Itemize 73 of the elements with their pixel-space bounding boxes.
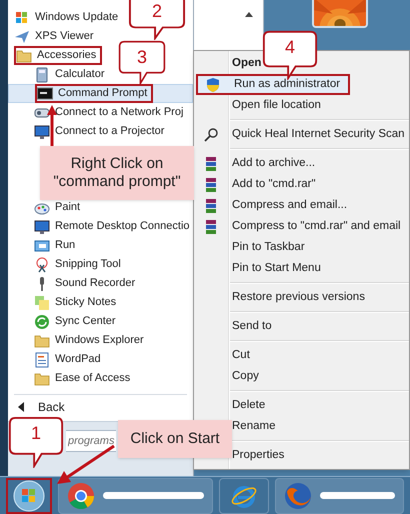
windows-flag-icon bbox=[14, 10, 30, 26]
taskbar-button[interactable] bbox=[275, 478, 404, 514]
terminal-icon bbox=[37, 86, 53, 102]
menu-item-highlight[interactable]: Command Prompt bbox=[8, 84, 193, 103]
menu-item[interactable]: Compress to "cmd.rar" and email bbox=[228, 218, 401, 236]
program-label[interactable]: Sound Recorder bbox=[55, 275, 136, 292]
program-label[interactable]: Accessories bbox=[37, 47, 96, 64]
monitor-icon bbox=[34, 218, 50, 234]
run-window-icon bbox=[34, 238, 50, 254]
chrome-icon bbox=[67, 482, 95, 510]
menu-item[interactable]: Compress and email... bbox=[228, 196, 348, 214]
step-number: 3 bbox=[136, 48, 148, 66]
program-label[interactable]: Sync Center bbox=[55, 313, 116, 330]
menu-item[interactable]: Open file location bbox=[228, 96, 321, 114]
program-label[interactable]: Snipping Tool bbox=[55, 256, 121, 273]
program-label[interactable]: Ease of Access bbox=[55, 370, 130, 387]
menu-item[interactable]: Quick Heal Internet Security Scan bbox=[228, 126, 405, 144]
menu-item[interactable]: Send to bbox=[228, 318, 272, 336]
program-label[interactable]: WordPad bbox=[55, 351, 101, 368]
program-label[interactable]: Windows Explorer bbox=[55, 332, 144, 349]
scroll-up-icon[interactable] bbox=[245, 12, 253, 17]
program-label[interactable]: Connect to a Projector bbox=[55, 123, 164, 140]
archive-books-icon bbox=[203, 156, 219, 172]
archive-books-icon bbox=[203, 218, 219, 234]
program-label[interactable]: Connect to a Network Proj bbox=[55, 104, 184, 121]
menu-item[interactable]: Delete bbox=[228, 396, 266, 414]
folder-icon bbox=[16, 48, 32, 64]
archive-books-icon bbox=[203, 176, 219, 192]
start-button[interactable] bbox=[6, 478, 52, 514]
windows-orb-icon bbox=[13, 480, 45, 512]
search-field[interactable]: programs bbox=[66, 430, 116, 452]
program-label[interactable]: Windows Update bbox=[35, 9, 118, 26]
program-label[interactable]: XPS Viewer bbox=[35, 28, 94, 45]
arrow bbox=[57, 444, 115, 484]
menu-item[interactable]: Pin to Taskbar bbox=[228, 238, 305, 256]
monitor-icon bbox=[34, 124, 50, 140]
program-label[interactable]: Command Prompt bbox=[58, 85, 148, 102]
step-number: 4 bbox=[284, 38, 296, 56]
calculator-icon bbox=[34, 66, 50, 82]
left-triangle-icon bbox=[18, 402, 24, 412]
program-label[interactable]: Calculator bbox=[55, 66, 105, 83]
taskbar-button[interactable] bbox=[58, 478, 213, 514]
menu-item[interactable]: Restore previous versions bbox=[228, 288, 365, 306]
callout-bubble bbox=[118, 40, 166, 85]
magnifier-icon bbox=[203, 126, 219, 142]
paper-plane-icon bbox=[14, 28, 30, 44]
menu-item[interactable]: Add to "cmd.rar" bbox=[228, 176, 316, 194]
sticky-note-icon bbox=[34, 294, 50, 310]
sync-icon bbox=[34, 314, 50, 330]
shield-icon bbox=[205, 76, 221, 92]
program-label[interactable]: Sticky Notes bbox=[55, 294, 116, 311]
program-label[interactable]: Run bbox=[55, 237, 76, 254]
folder-icon bbox=[34, 332, 50, 348]
menu-item[interactable]: Add to archive... bbox=[228, 154, 316, 172]
scissors-icon bbox=[34, 256, 50, 272]
instruction-note: Right Click on "command prompt" bbox=[40, 146, 194, 200]
instruction-note: Click on Start bbox=[118, 420, 232, 458]
archive-books-icon bbox=[203, 198, 219, 214]
menu-item[interactable]: Cut bbox=[228, 346, 250, 364]
folder-icon bbox=[34, 370, 50, 386]
back-button[interactable]: Back bbox=[8, 397, 67, 417]
menu-item[interactable]: Copy bbox=[228, 368, 259, 386]
menu-item[interactable]: Open bbox=[228, 54, 262, 72]
step-number: 2 bbox=[150, 2, 163, 20]
program-label[interactable]: Remote Desktop Connectio bbox=[55, 218, 190, 235]
firefox-icon bbox=[284, 482, 312, 510]
document-icon bbox=[34, 352, 50, 368]
arrow bbox=[47, 105, 57, 146]
menu-item[interactable]: Run as administrator bbox=[230, 76, 340, 94]
program-label[interactable]: Paint bbox=[55, 199, 80, 216]
menu-item[interactable]: Pin to Start Menu bbox=[228, 260, 321, 278]
taskbar-button[interactable] bbox=[219, 478, 269, 514]
step-number: 1 bbox=[30, 424, 42, 442]
